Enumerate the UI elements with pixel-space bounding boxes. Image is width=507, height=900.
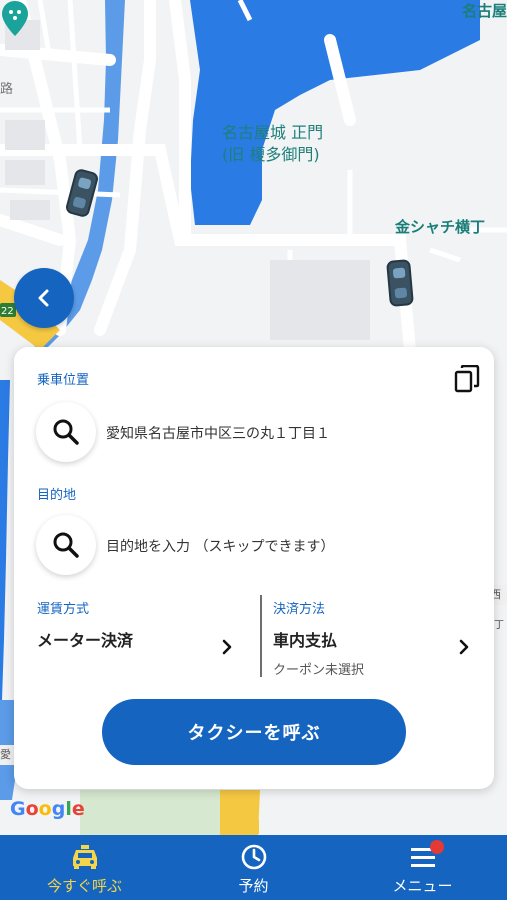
payment-method-label: 決済方法 [273,602,326,617]
svg-text:愛: 愛 [0,748,11,761]
pickup-address[interactable]: 愛知県名古屋市中区三の丸１丁目１ [106,423,330,443]
map-label-road: 路 [0,82,14,97]
call-taxi-button[interactable]: タクシーを呼ぶ [102,699,406,765]
pickup-search-button[interactable] [36,402,96,462]
pickup-label: 乗車位置 [37,373,90,388]
fare-method-value[interactable]: メーター決済 [37,627,133,651]
nav-label-menu: メニュー [392,877,453,895]
search-icon [53,532,79,558]
notification-badge [429,840,444,854]
chevron-right-icon[interactable] [457,638,471,656]
svg-text:22: 22 [1,306,14,317]
back-button[interactable] [14,268,74,328]
ride-request-card: 乗車位置 愛知県名古屋市中区三の丸１丁目１ 目的地 目的地を入力 （スキップでき… [14,347,494,789]
copy-icon[interactable] [454,365,480,393]
search-icon [53,419,79,445]
nav-item-menu[interactable]: メニュー [338,835,507,900]
castle-label-line1: 名古屋城 正門 [222,123,324,142]
fare-method-label: 運賃方式 [37,602,90,617]
taxi-icon [72,845,97,869]
nav-label-call-now: 今すぐ呼ぶ [46,877,122,895]
map-label-nagoya: 名古屋 [462,2,507,20]
destination-input[interactable]: 目的地を入力 （スキップできます） [106,536,334,556]
payment-method-value[interactable]: 車内支払 [273,627,337,651]
svg-text:丁: 丁 [494,620,504,631]
divider [260,595,262,677]
taxi-car-icon [386,259,414,307]
place-pin-icon[interactable] [0,0,30,38]
google-logo: Google [10,798,85,820]
bottom-navigation: 今すぐ呼ぶ 予約 メニュー [0,835,507,900]
castle-label-line2: (旧 榎多御門) [222,145,320,164]
nav-label-reservation: 予約 [238,877,269,895]
coupon-status: クーポン未選択 [273,663,365,678]
destination-search-button[interactable] [36,515,96,575]
chevron-left-icon [38,289,49,307]
nav-item-call-now[interactable]: 今すぐ呼ぶ [0,835,169,900]
chevron-right-icon[interactable] [220,638,234,656]
nav-item-reservation[interactable]: 予約 [169,835,338,900]
map-label-castle-gate[interactable]: 名古屋城 正門 (旧 榎多御門) [222,122,323,166]
clock-icon [241,844,266,870]
map-label-kinshachi[interactable]: 金シャチ横丁 [395,216,485,237]
destination-label: 目的地 [37,488,77,503]
